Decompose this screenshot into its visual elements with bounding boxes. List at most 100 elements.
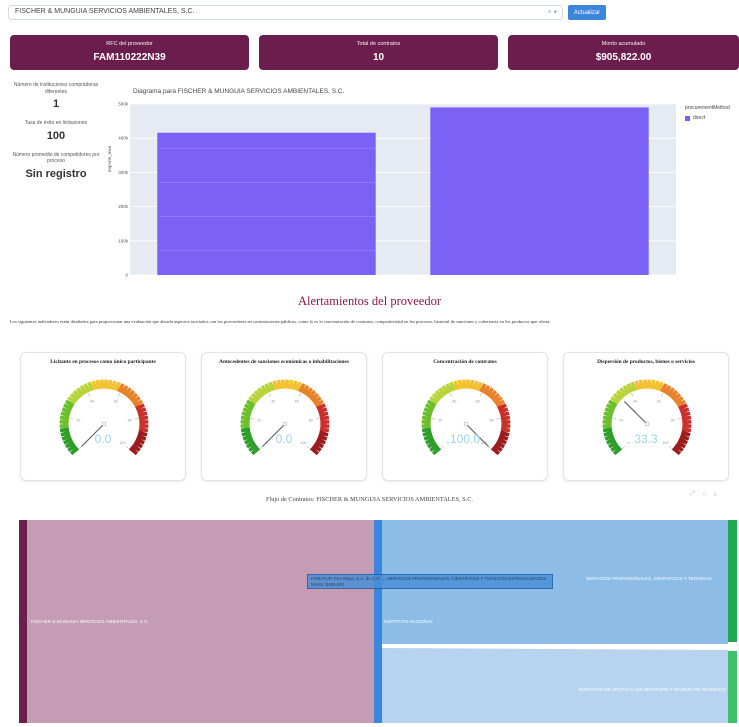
sankey-toolbar-icons[interactable]: ⤢ ⌂ ⤓	[690, 491, 719, 498]
gauge-arc-segment	[291, 380, 298, 391]
y-tick-label: 500k	[118, 102, 129, 107]
gauge-arc-segment	[479, 383, 487, 393]
kpi-card-rfc: RFC del proveedor FAM110222N39	[10, 35, 249, 70]
gauge-arc-segment	[500, 415, 511, 421]
gauge-arc-segment	[288, 379, 294, 390]
gauge-tick-label: 80	[128, 418, 132, 422]
sankey-title: Flujo de Contratos: FISCHER & MUNGUIA SE…	[266, 496, 473, 503]
gauge-tick	[431, 418, 436, 420]
gauge-arc-segment	[612, 392, 623, 402]
clear-and-chevron-icon[interactable]: × ▾	[547, 8, 557, 16]
gauge-arc-segment	[117, 383, 125, 393]
gauge-arc-segment	[248, 396, 258, 405]
gauge-arc-segment	[128, 446, 139, 456]
gauge-tick	[449, 392, 453, 397]
gauge-dial: 020406080100	[240, 379, 330, 456]
gauge-arc-segment	[441, 384, 450, 395]
gauge-arc-segment	[304, 387, 313, 397]
gauge-tick	[496, 418, 501, 420]
sankey-node-professional-services[interactable]	[728, 520, 737, 642]
gauge-arc-segment	[128, 392, 139, 402]
bar	[430, 107, 649, 275]
gauge-arc-segment	[622, 384, 631, 395]
sankey-hover-tooltip: FONATUR Tren Maya, S.A. de C.V. → SERVIC…	[307, 574, 553, 589]
gauge-arc-segment	[250, 392, 261, 402]
gauge-arc-segment	[469, 379, 475, 390]
gauge-arc-segment	[449, 381, 457, 392]
kpi-label: Monto acumulado	[601, 41, 646, 47]
gauge-hub	[463, 421, 469, 427]
gauge-arc-segment	[120, 384, 129, 395]
sankey-label-professional: SERVICIOS PROFESIONALES, CIENTIFICOS Y T…	[586, 576, 712, 581]
legend-item[interactable]: direct	[685, 115, 730, 121]
gauge-tick-label: 20	[257, 418, 261, 422]
gauge-title: Dispersión de productos, bienes o servic…	[597, 359, 695, 365]
bar	[157, 132, 376, 275]
gauge-value: 0.0	[94, 432, 112, 446]
gauge-arc-segment	[272, 380, 279, 391]
gauge-arc-segment	[610, 396, 620, 405]
gauge-arc-segment	[264, 383, 272, 393]
gauge-tick	[660, 392, 664, 397]
gauge-tick-label: 20	[438, 418, 442, 422]
gauge-arc-segment	[276, 379, 282, 390]
kpi-value: FAM110222N39	[93, 52, 166, 63]
sankey-link-institution-support[interactable]	[382, 648, 728, 723]
gauge-arc-segment	[602, 415, 613, 421]
gauge-value: 0.0	[275, 432, 293, 446]
y-tick-label: 0	[125, 273, 128, 278]
gauge-arc-segment	[674, 396, 684, 405]
gauge-tick-label: 40	[633, 399, 637, 403]
gauge-tick	[134, 418, 139, 420]
gauge-tick	[250, 418, 255, 420]
sankey-node-support-services[interactable]	[728, 651, 737, 723]
gauge-arc-segment	[493, 396, 503, 405]
gauge-arc-segment	[499, 411, 510, 418]
gauge-arc-segment	[485, 387, 494, 397]
sankey-node-institution[interactable]	[374, 520, 382, 723]
gauge-arc-segment	[63, 403, 73, 411]
gauge-arc-segment	[260, 384, 269, 395]
gauge-arc-segment	[131, 443, 141, 452]
supplier-dropdown[interactable]: FISCHER & MUNGUIA SERVICIOS AMBIENTALES,…	[8, 5, 563, 20]
gauge-arc-segment	[676, 399, 687, 408]
gauge-arc-segment	[671, 392, 682, 402]
legend-item-label: direct	[693, 115, 706, 121]
gauge-arc-segment	[298, 383, 306, 393]
gauge-arc-segment	[679, 407, 690, 415]
y-tick-label: 200k	[118, 204, 129, 209]
gauge-arc-segment	[666, 387, 675, 397]
gauge-arc-segment	[113, 381, 121, 392]
gauge-arc-segment	[245, 399, 256, 408]
chart-legend[interactable]: procurementMethod direct	[685, 105, 730, 121]
sankey-label-institution: INSTITUTO NACIONAL	[384, 619, 433, 624]
gauge-hub	[101, 421, 107, 427]
gauge-arc-segment	[619, 387, 628, 397]
y-tick-label: 300k	[118, 170, 129, 175]
gauge-arc-segment	[493, 443, 503, 452]
gauge-arc-segment	[490, 392, 501, 402]
alerts-heading: Alertamientos del proveedor	[297, 294, 441, 308]
stat-value: 1	[52, 98, 60, 110]
gauge-tick-label: 40	[271, 399, 275, 403]
gauge-arc-segment	[268, 381, 276, 392]
gauge-value: 33.3	[634, 432, 658, 446]
gauge-card-sanctions: Antecedentes de sanciones económicas o i…	[201, 352, 367, 481]
supplier-dropdown-value: FISCHER & MUNGUIA SERVICIOS AMBIENTALES,…	[15, 8, 195, 15]
gauge-arc-segment	[604, 407, 615, 415]
gauge-tick	[125, 445, 129, 449]
update-button[interactable]: Actualizar	[568, 5, 606, 20]
gauge-arc-segment	[630, 381, 638, 392]
gauge-hub	[282, 421, 288, 427]
gauge-arc-segment	[472, 380, 479, 391]
gauge-tick-label: 60	[295, 399, 299, 403]
gauge-arc-segment	[107, 379, 113, 390]
sankey-node-supplier[interactable]	[19, 520, 27, 723]
gauge-arc-segment	[431, 392, 442, 402]
gauge-tick	[69, 418, 74, 420]
gauge-arc-segment	[83, 383, 91, 393]
bar-chart-svg: 500k 400k 300k 200k 100k 0	[118, 102, 676, 278]
gauge-arc-segment	[638, 379, 644, 390]
gauge-arc-segment	[488, 389, 498, 400]
gauge-arc-segment	[445, 383, 453, 393]
